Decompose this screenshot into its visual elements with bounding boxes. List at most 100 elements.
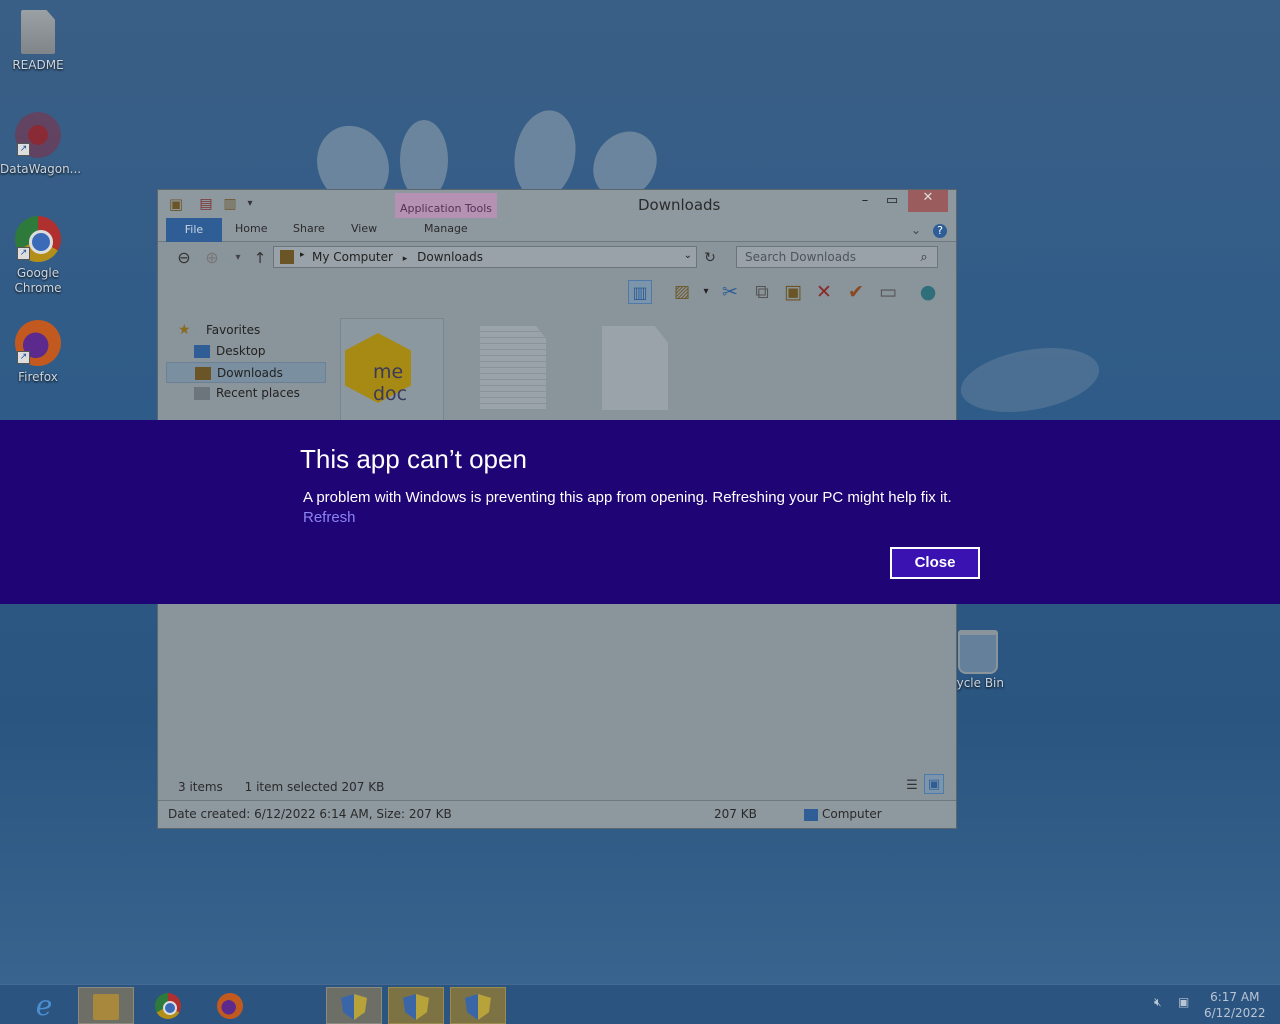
checkmark-icon[interactable]: ✔ bbox=[844, 280, 868, 304]
paste-icon[interactable]: ▣ bbox=[781, 280, 805, 304]
error-message: A problem with Windows is preventing thi… bbox=[303, 489, 952, 506]
search-input[interactable]: Search Downloads bbox=[736, 246, 938, 268]
globe-icon[interactable]: ● bbox=[916, 280, 940, 304]
address-bar[interactable]: ▸ My Computer ▸ Downloads ⌄ bbox=[273, 246, 697, 268]
file-details: Date created: 6/12/2022 6:14 AM, Size: 2… bbox=[168, 807, 452, 821]
wallpaper-petal bbox=[955, 338, 1105, 422]
shortcut-arrow-icon: ↗ bbox=[17, 247, 30, 260]
copy-icon[interactable]: ⧉ bbox=[750, 280, 774, 304]
text-document-icon bbox=[480, 326, 546, 410]
desktop-icon-label: cycle Bin bbox=[950, 676, 1004, 690]
volume-muted-icon[interactable]: 🔇︎ bbox=[1154, 995, 1162, 1010]
desktop-icon-readme[interactable]: README bbox=[0, 10, 76, 72]
desktop-icon-datawagon[interactable]: ↗ DataWagon... bbox=[0, 112, 82, 176]
nav-label: Downloads bbox=[217, 366, 283, 380]
shortcut-arrow-icon: ↗ bbox=[17, 351, 30, 364]
refresh-icon[interactable]: ↻ bbox=[698, 246, 722, 270]
chrome-icon bbox=[155, 993, 181, 1019]
desktop-icon-label: DataWagon... bbox=[0, 162, 82, 176]
selection-info: 1 item selected 207 KB bbox=[244, 780, 385, 794]
tab-file[interactable]: File bbox=[166, 218, 222, 242]
system-clock[interactable]: 6:17 AM 6/12/2022 bbox=[1204, 989, 1266, 1021]
address-row: ⊖ ⊕ ▾ ↑ ▸ My Computer ▸ Downloads ⌄ ↻ Se… bbox=[158, 242, 956, 274]
back-icon[interactable]: ⊖ bbox=[172, 246, 196, 270]
star-icon: ★ bbox=[178, 322, 191, 338]
nav-favorites[interactable]: ★ Favorites bbox=[166, 320, 326, 341]
taskbar-firefox[interactable] bbox=[202, 987, 258, 1024]
expand-ribbon-icon[interactable]: ⌄ bbox=[904, 218, 928, 242]
tab-manage[interactable]: Manage bbox=[424, 222, 468, 235]
nav-label: Desktop bbox=[216, 344, 266, 358]
close-button[interactable]: Close bbox=[890, 547, 980, 579]
nav-item-recent-places[interactable]: Recent places bbox=[166, 383, 326, 404]
breadcrumb-my-computer[interactable]: My Computer bbox=[312, 250, 393, 264]
item-count: 3 items bbox=[178, 780, 223, 794]
file-item-medoc[interactable]: me doc bbox=[340, 318, 444, 428]
navigation-pane: ★ Favorites Desktop Downloads Recent pla… bbox=[166, 320, 326, 404]
delete-icon[interactable]: ✕ bbox=[812, 280, 836, 304]
chrome-icon: ↗ bbox=[15, 216, 61, 262]
dropdown-icon[interactable]: ▾ bbox=[694, 280, 718, 304]
close-window-button[interactable]: ✕ bbox=[908, 190, 948, 212]
tab-home[interactable]: Home bbox=[235, 222, 267, 235]
customize-quick-access-icon[interactable]: ▾ bbox=[238, 192, 262, 216]
error-title: This app can’t open bbox=[300, 444, 527, 474]
up-icon[interactable]: ↑ bbox=[248, 246, 272, 270]
taskbar-ie[interactable]: e bbox=[16, 987, 72, 1024]
nav-item-desktop[interactable]: Desktop bbox=[166, 341, 326, 362]
details-bar: Date created: 6/12/2022 6:14 AM, Size: 2… bbox=[158, 800, 956, 828]
details-view-icon[interactable]: ☰ bbox=[900, 774, 924, 798]
file-item-readme[interactable] bbox=[470, 318, 574, 428]
rename-icon[interactable]: ▭ bbox=[876, 280, 900, 304]
network-icon[interactable]: ▣ bbox=[1178, 995, 1189, 1009]
folder-options-icon[interactable]: ▨ bbox=[670, 280, 694, 304]
tab-share[interactable]: Share bbox=[293, 222, 325, 235]
large-icons-view-icon[interactable]: ▣ bbox=[924, 774, 944, 794]
file-item-unknown[interactable] bbox=[592, 318, 696, 428]
taskbar-uac-2[interactable] bbox=[388, 987, 444, 1024]
properties-icon[interactable]: ▤ bbox=[194, 192, 218, 216]
taskbar-uac-1[interactable] bbox=[326, 987, 382, 1024]
ribbon-tabs: File Home Share View Manage ⌄ ? bbox=[158, 218, 956, 242]
maximize-button[interactable]: ▭ bbox=[879, 193, 905, 213]
clock-time: 6:17 AM bbox=[1210, 990, 1260, 1004]
taskbar-chrome[interactable] bbox=[140, 987, 196, 1024]
minimize-button[interactable]: – bbox=[852, 193, 878, 213]
refresh-link[interactable]: Refresh bbox=[303, 509, 356, 526]
firefox-icon bbox=[217, 993, 243, 1019]
search-icon[interactable]: ⌕ bbox=[912, 246, 936, 270]
desktop-icon bbox=[194, 345, 210, 358]
nav-item-downloads[interactable]: Downloads bbox=[166, 362, 326, 383]
contextual-tab-group-label: Application Tools bbox=[395, 193, 497, 219]
file-size: 207 KB bbox=[714, 807, 757, 821]
datawagon-icon: ↗ bbox=[15, 112, 61, 158]
cut-icon[interactable]: ✂ bbox=[718, 280, 742, 304]
recent-locations-icon[interactable]: ▾ bbox=[226, 246, 250, 270]
shield-icon bbox=[341, 994, 367, 1020]
help-icon[interactable]: ? bbox=[928, 218, 952, 242]
breadcrumb-downloads[interactable]: Downloads bbox=[417, 250, 483, 264]
breadcrumb-folder-icon bbox=[280, 250, 294, 264]
chevron-right-icon: ▸ bbox=[300, 250, 305, 260]
tab-view[interactable]: View bbox=[351, 222, 377, 235]
taskbar-uac-3[interactable] bbox=[450, 987, 506, 1024]
shield-icon bbox=[465, 994, 491, 1020]
medoc-logo-text: me doc bbox=[373, 361, 408, 405]
recent-places-icon bbox=[194, 387, 210, 400]
desktop-icon-chrome[interactable]: ↗ Google Chrome bbox=[0, 216, 76, 296]
forward-icon[interactable]: ⊕ bbox=[200, 246, 224, 270]
firefox-icon: ↗ bbox=[15, 320, 61, 366]
desktop-icon-label: Google Chrome bbox=[14, 266, 62, 295]
folder-icon: ▣ bbox=[168, 195, 184, 213]
shortcut-arrow-icon: ↗ bbox=[17, 143, 30, 156]
desktop-icon-label: Firefox bbox=[18, 370, 58, 384]
app-error-dialog: This app can’t open A problem with Windo… bbox=[0, 420, 1280, 604]
preview-pane-icon[interactable]: ▥ bbox=[628, 280, 652, 304]
status-text: 3 items 1 item selected 207 KB bbox=[178, 780, 384, 794]
desktop-icon-firefox[interactable]: ↗ Firefox bbox=[0, 320, 76, 384]
address-dropdown-icon[interactable]: ⌄ bbox=[684, 250, 692, 261]
desktop-icon-recycle-bin[interactable]: cycle Bin bbox=[950, 630, 1004, 690]
internet-explorer-icon: e bbox=[35, 989, 53, 1022]
taskbar-file-explorer[interactable] bbox=[78, 987, 134, 1024]
command-toolbar: ▥ ▨ ▾ ✂ ⧉ ▣ ✕ ✔ ▭ ● bbox=[158, 274, 956, 310]
